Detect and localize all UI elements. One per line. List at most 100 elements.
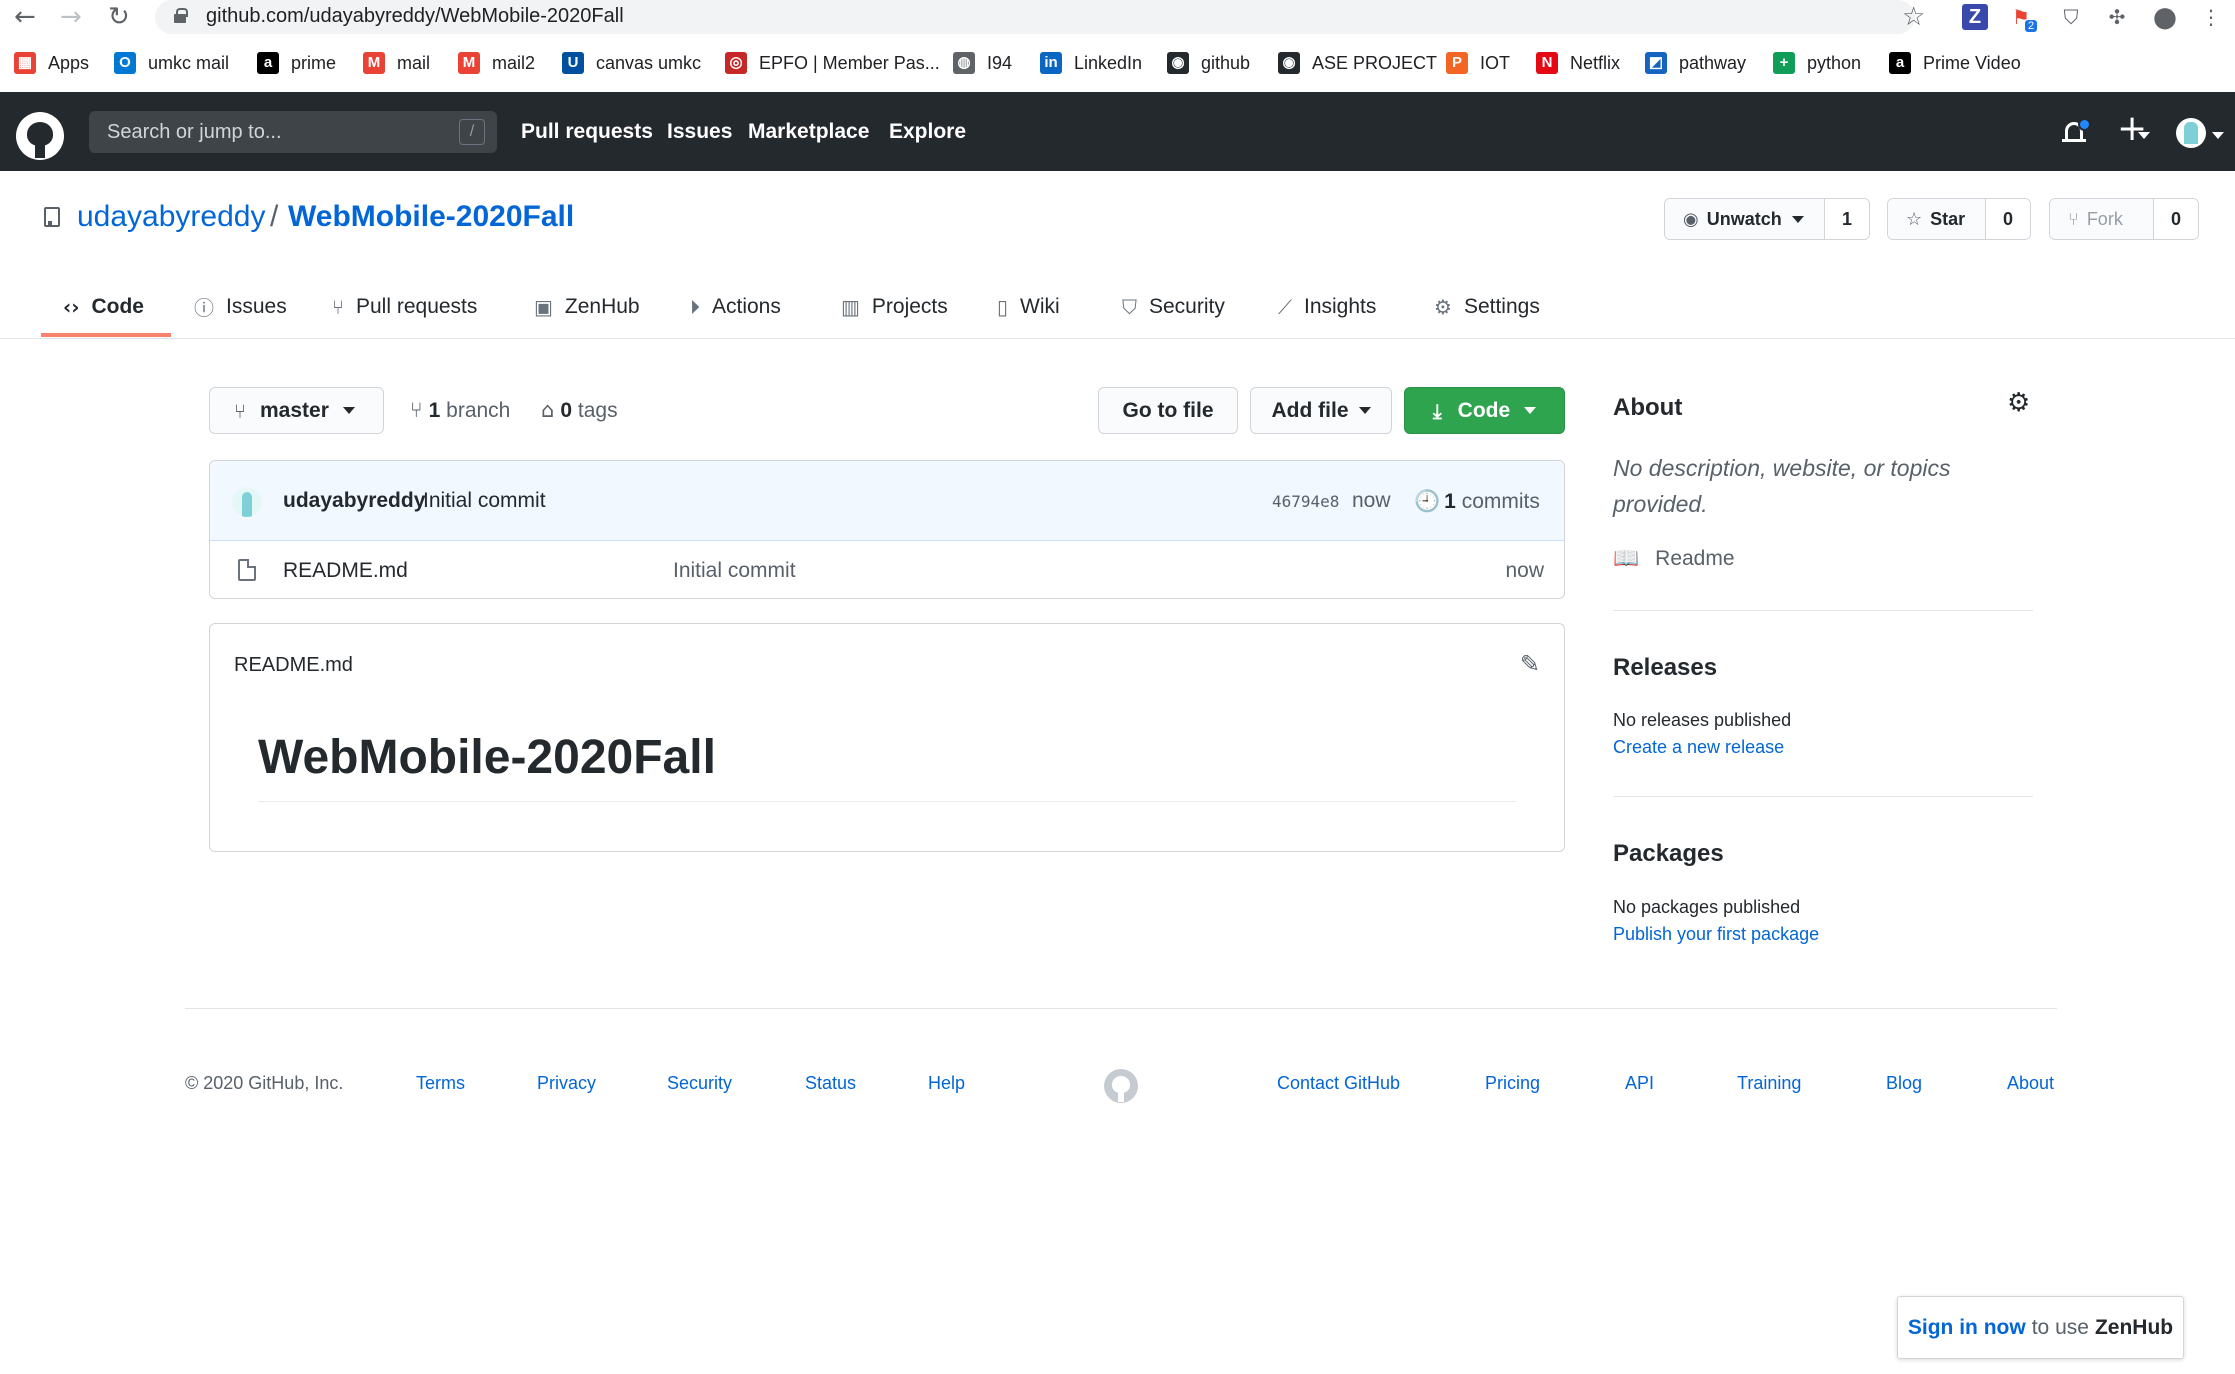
footer-link-terms[interactable]: Terms: [416, 1073, 465, 1094]
zenhub-signin-link[interactable]: Sign in now: [1908, 1316, 2026, 1340]
tab-code[interactable]: ‹› Code: [63, 274, 144, 339]
avatar-caret-icon[interactable]: [2212, 132, 2224, 139]
commit-message[interactable]: Initial commit: [423, 489, 546, 513]
bookmark-canvas-umkc[interactable]: Ucanvas umkc: [562, 46, 701, 80]
watch-count[interactable]: 1: [1825, 199, 1869, 239]
readme-sidebar-link[interactable]: 📖 Readme: [1613, 546, 1735, 571]
branch-icon: ⑂: [234, 398, 246, 423]
footer-link-contact[interactable]: Contact GitHub: [1277, 1073, 1400, 1094]
puzzle-extensions-icon[interactable]: ✣: [2104, 4, 2130, 30]
commit-time: now: [1352, 489, 1391, 512]
tab-settings[interactable]: ⚙ Settings: [1434, 274, 1540, 339]
commit-author-avatar[interactable]: [232, 487, 262, 517]
footer-link-blog[interactable]: Blog: [1886, 1073, 1922, 1094]
user-avatar[interactable]: [2176, 118, 2206, 148]
tab-security[interactable]: ⛉ Security: [1122, 274, 1225, 339]
bookmark-netflix[interactable]: N Netflix: [1536, 46, 1620, 80]
footer-link-pricing[interactable]: Pricing: [1485, 1073, 1540, 1094]
readme-filename[interactable]: README.md: [234, 654, 353, 677]
edit-pencil-icon[interactable]: ✎: [1520, 650, 1540, 678]
file-name-link[interactable]: README.md: [283, 559, 408, 583]
star-button[interactable]: ☆ Star: [1888, 199, 1986, 239]
tab-actions[interactable]: ⏵ Actions: [690, 274, 781, 339]
bookmark-ase-project[interactable]: ◉ ASE PROJECT: [1278, 46, 1437, 80]
footer-link-about[interactable]: About: [2007, 1073, 2054, 1094]
tab-wiki[interactable]: ▯ Wiki: [997, 274, 1060, 339]
nav-marketplace[interactable]: Marketplace: [748, 120, 869, 144]
bookmark-label: Netflix: [1570, 52, 1621, 73]
nav-issues[interactable]: Issues: [667, 120, 732, 144]
create-release-link[interactable]: Create a new release: [1613, 737, 1784, 758]
repo-owner-link[interactable]: udayabyreddy: [77, 200, 265, 234]
star-count[interactable]: 0: [1986, 199, 2030, 239]
commit-count: 1: [1444, 490, 1456, 513]
fork-button[interactable]: ⑂ Fork: [2050, 199, 2154, 239]
file-commit-time: now: [1505, 559, 1544, 582]
bookmark-python[interactable]: + python: [1773, 46, 1861, 80]
branches-link[interactable]: ⑂ 1 branch: [410, 398, 510, 423]
tab-projects[interactable]: ▥ Projects: [841, 274, 948, 339]
eye-icon: ◉: [1683, 208, 1699, 230]
forward-arrow-icon[interactable]: →: [60, 2, 82, 32]
bookmark-mail[interactable]: Mmail: [363, 46, 430, 80]
fork-count[interactable]: 0: [2154, 199, 2198, 239]
bookmark-epfo-member-pas[interactable]: ◎ EPFO | Member Pas...: [725, 46, 940, 80]
create-caret-icon[interactable]: [2138, 132, 2150, 139]
bookmark-linkedin[interactable]: in LinkedIn: [1040, 46, 1142, 80]
bookmark-prime[interactable]: a prime: [257, 46, 336, 80]
commit-author[interactable]: udayabyreddy: [283, 489, 425, 513]
bookmark-prime-video[interactable]: a Prime Video: [1889, 46, 2021, 80]
tab-issues[interactable]: ⓘ Issues: [194, 274, 287, 339]
add-file-button[interactable]: Add file: [1250, 387, 1392, 434]
footer-link-api[interactable]: API: [1625, 1073, 1654, 1094]
github-mark-icon[interactable]: [1104, 1069, 1138, 1103]
tags-link[interactable]: ⌂ 0 tags: [541, 398, 618, 423]
back-arrow-icon[interactable]: ←: [14, 2, 36, 32]
commits-link[interactable]: 🕘 1 commits: [1414, 489, 1540, 514]
bookmark-apps[interactable]: ▦ Apps: [14, 46, 89, 80]
commit-sha[interactable]: 46794e8: [1272, 492, 1339, 511]
profile-icon[interactable]: ●: [2152, 3, 2178, 31]
notifications-bell-icon[interactable]: [2060, 118, 2091, 146]
bookmark-github[interactable]: ◉ github: [1167, 46, 1250, 80]
bookmark-mail2[interactable]: Mmail2: [458, 46, 535, 80]
footer-link-help[interactable]: Help: [928, 1073, 965, 1094]
lock-icon[interactable]: [174, 8, 188, 23]
zenhub-extension-icon[interactable]: Z: [1962, 4, 1988, 30]
bookmark-star-icon[interactable]: ☆: [1902, 2, 1925, 32]
url-text[interactable]: github.com/udayabyreddy/WebMobile-2020Fa…: [206, 5, 624, 28]
nav-explore[interactable]: Explore: [889, 120, 966, 144]
github-logo-icon[interactable]: [16, 112, 64, 160]
readme-sidebar-label: Readme: [1655, 547, 1735, 570]
footer-link-security[interactable]: Security: [667, 1073, 732, 1094]
gear-icon[interactable]: ⚙: [2007, 388, 2030, 418]
create-new-plus-icon[interactable]: +: [2117, 108, 2147, 149]
reload-icon[interactable]: ↻: [108, 2, 130, 32]
bookmark-iot[interactable]: P IOT: [1446, 46, 1510, 80]
search-input[interactable]: Search or jump to... /: [89, 111, 497, 153]
footer-link-privacy[interactable]: Privacy: [537, 1073, 596, 1094]
packages-title[interactable]: Packages: [1613, 840, 1724, 868]
bookmark-pathway[interactable]: ◩ pathway: [1645, 46, 1746, 80]
bookmark-umkc-mail[interactable]: Oumkc mail: [114, 46, 229, 80]
footer-link-training[interactable]: Training: [1737, 1073, 1801, 1094]
file-commit-message[interactable]: Initial commit: [673, 559, 796, 583]
tab-zenhub[interactable]: ▣ ZenHub: [534, 274, 640, 339]
tab-insights[interactable]: ⟋ Insights: [1278, 274, 1376, 339]
tab-label: Projects: [871, 294, 948, 318]
footer-link-status[interactable]: Status: [805, 1073, 856, 1094]
tab-pull-requests[interactable]: ⑂ Pull requests: [332, 274, 477, 339]
shield-extension-icon[interactable]: ⛉: [2058, 4, 2084, 30]
publish-package-link[interactable]: Publish your first package: [1613, 924, 1819, 945]
tab-label: Actions: [712, 294, 781, 318]
releases-title[interactable]: Releases: [1613, 654, 1717, 682]
nav-pull-requests[interactable]: Pull requests: [521, 120, 653, 144]
menu-kebab-icon[interactable]: ⋮: [2198, 4, 2224, 30]
bookmark-i94[interactable]: ◍ I94: [953, 46, 1012, 80]
go-to-file-button[interactable]: Go to file: [1098, 387, 1238, 434]
branch-select-button[interactable]: ⑂ master: [209, 387, 384, 434]
code-download-button[interactable]: ⤓ Code: [1404, 387, 1565, 434]
add-file-label: Add file: [1271, 398, 1349, 422]
repo-name-link[interactable]: WebMobile-2020Fall: [288, 200, 574, 234]
unwatch-button[interactable]: ◉ Unwatch: [1665, 199, 1825, 239]
